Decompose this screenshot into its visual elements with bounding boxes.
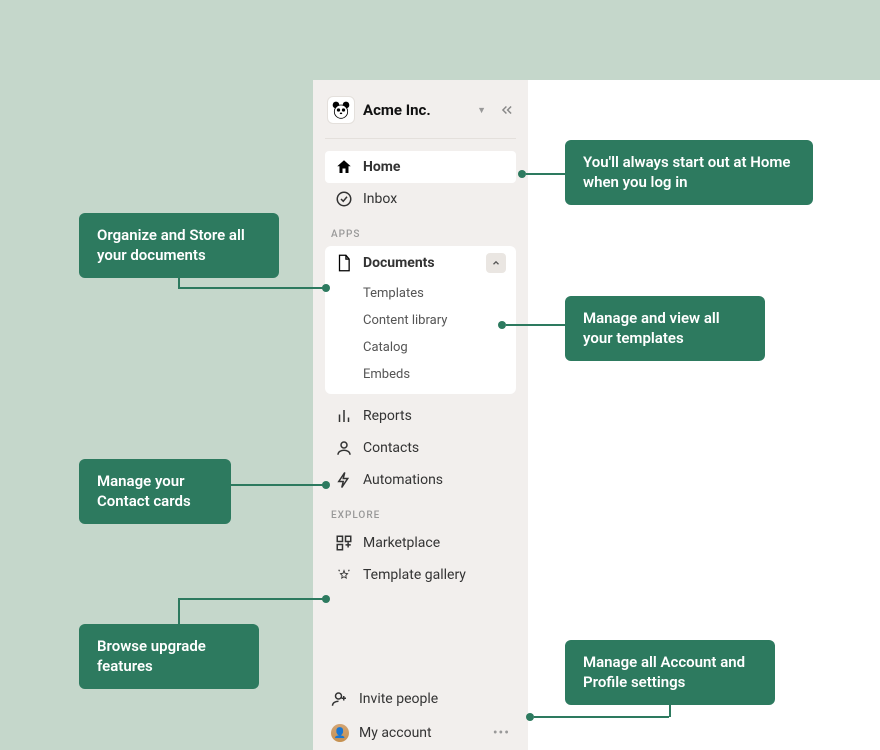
- chevron-up-icon[interactable]: [486, 253, 506, 273]
- marketplace-icon: [335, 534, 353, 552]
- nav-my-account[interactable]: 👤 My account •••: [325, 716, 516, 750]
- nav-documents[interactable]: Documents: [325, 246, 516, 280]
- nav-contacts-label: Contacts: [363, 440, 419, 456]
- nav-inbox[interactable]: Inbox: [325, 183, 516, 215]
- callout-line: [669, 690, 671, 717]
- callout-anchor: [498, 321, 506, 329]
- inbox-icon: [335, 190, 353, 208]
- sidebar-bottom: Invite people 👤 My account •••: [325, 682, 516, 750]
- nav-automations[interactable]: Automations: [325, 464, 516, 496]
- workspace-logo: [327, 96, 355, 124]
- document-icon: [335, 254, 353, 272]
- callout-line: [178, 262, 180, 288]
- section-explore-label: EXPLORE: [325, 496, 516, 527]
- nav-documents-group: Documents Templates Content library Cata…: [325, 246, 516, 394]
- callout-line: [506, 324, 565, 326]
- invite-icon: [331, 690, 349, 708]
- home-icon: [335, 158, 353, 176]
- nav-content-library[interactable]: Content library: [325, 307, 516, 334]
- section-apps-label: APPS: [325, 215, 516, 246]
- callout-home: You'll always start out at Home when you…: [565, 140, 813, 205]
- automations-icon: [335, 471, 353, 489]
- callout-line: [178, 598, 180, 624]
- nav-account-label: My account: [359, 725, 432, 741]
- nav-invite-people[interactable]: Invite people: [325, 682, 516, 716]
- sidebar: Acme Inc. ▼ Home Inbox APPS Documents Te…: [313, 80, 528, 750]
- nav-invite-label: Invite people: [359, 691, 438, 707]
- nav-reports-label: Reports: [363, 408, 412, 424]
- callout-line: [178, 287, 324, 289]
- nav-home-label: Home: [363, 159, 400, 175]
- callout-line: [534, 716, 669, 718]
- nav-marketplace[interactable]: Marketplace: [325, 527, 516, 559]
- workspace-name: Acme Inc.: [363, 101, 469, 119]
- nav-marketplace-label: Marketplace: [363, 535, 440, 551]
- nav-contacts[interactable]: Contacts: [325, 432, 516, 464]
- collapse-sidebar-icon[interactable]: [500, 103, 514, 117]
- callout-templates: Manage and view all your templates: [565, 296, 765, 361]
- callout-upgrade: Browse upgrade features: [79, 624, 259, 689]
- nav-template-gallery[interactable]: Template gallery: [325, 559, 516, 591]
- gallery-icon: [335, 566, 353, 584]
- caret-down-icon: ▼: [477, 105, 486, 116]
- nav-embeds[interactable]: Embeds: [325, 361, 516, 388]
- nav-gallery-label: Template gallery: [363, 567, 466, 583]
- nav-automations-label: Automations: [363, 472, 443, 488]
- callout-anchor: [526, 713, 534, 721]
- callout-anchor: [518, 170, 526, 178]
- nav-catalog[interactable]: Catalog: [325, 334, 516, 361]
- callout-anchor: [322, 481, 330, 489]
- contacts-icon: [335, 439, 353, 457]
- avatar: 👤: [331, 724, 349, 742]
- callout-contacts: Manage your Contact cards: [79, 459, 231, 524]
- nav-documents-label: Documents: [363, 255, 435, 271]
- nav-templates[interactable]: Templates: [325, 280, 516, 307]
- callout-line: [526, 173, 565, 175]
- panda-icon: [331, 100, 351, 120]
- more-icon[interactable]: •••: [493, 725, 510, 741]
- reports-icon: [335, 407, 353, 425]
- nav-reports[interactable]: Reports: [325, 400, 516, 432]
- workspace-switcher[interactable]: Acme Inc. ▼: [325, 92, 516, 139]
- callout-line: [231, 484, 323, 486]
- callout-line: [178, 598, 324, 600]
- nav-inbox-label: Inbox: [363, 191, 397, 207]
- nav-home[interactable]: Home: [325, 151, 516, 183]
